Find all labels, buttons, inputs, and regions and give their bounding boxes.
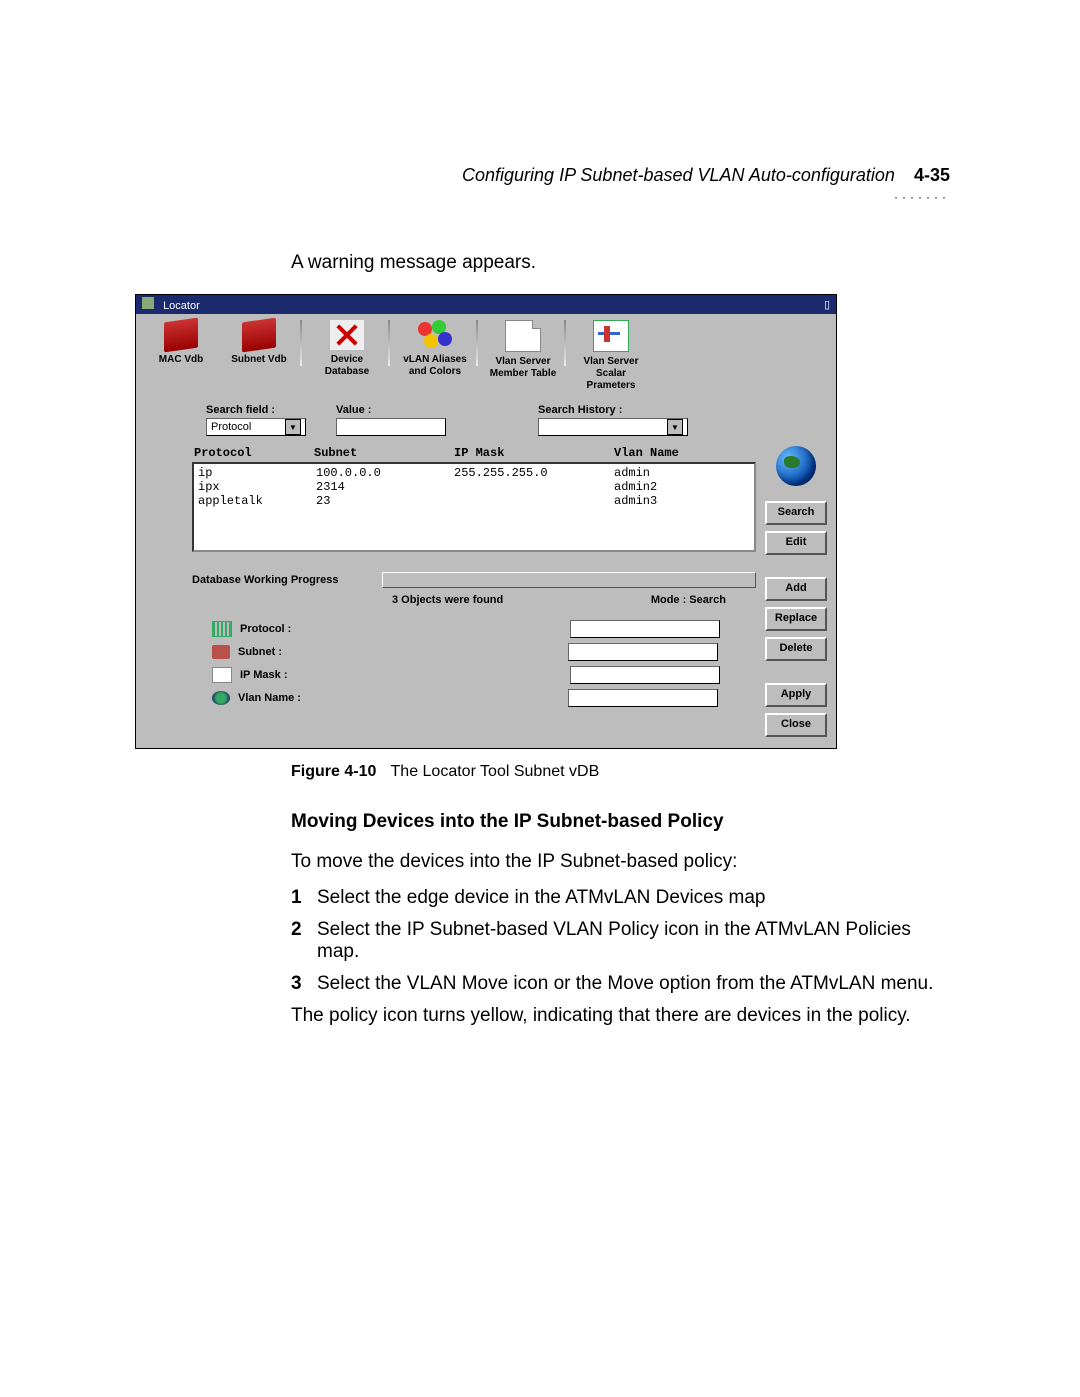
search-field-combo[interactable]: Protocol ▼ <box>206 418 306 436</box>
result-listbox[interactable]: ip 100.0.0.0 255.255.255.0 admin ipx 231… <box>192 462 756 552</box>
titlebar-right-icon: ▯ <box>824 298 830 311</box>
search-history-group: Search History : ▼ <box>538 404 688 436</box>
colors-icon <box>418 320 452 350</box>
detail-vlan-label: Vlan Name : <box>238 692 328 704</box>
progress-label: Database Working Progress <box>192 574 382 586</box>
list-item: 1Select the edge device in the ATMvLAN D… <box>291 887 950 909</box>
toolbar-separator <box>300 320 302 366</box>
detail-vlan-icon <box>212 691 230 705</box>
col-subnet: Subnet <box>314 446 454 460</box>
col-mask: IP Mask <box>454 446 614 460</box>
edit-button[interactable]: Edit <box>765 531 827 555</box>
search-field-label: Search field : <box>206 404 306 416</box>
toolbar-mac-vdb[interactable]: MAC Vdb <box>142 320 220 366</box>
progress-bar <box>382 572 756 588</box>
add-button[interactable]: Add <box>765 577 827 601</box>
drive-icon <box>164 318 198 353</box>
col-vlan: Vlan Name <box>614 446 754 460</box>
steps-list: 1Select the edge device in the ATMvLAN D… <box>291 887 950 995</box>
replace-button[interactable]: Replace <box>765 607 827 631</box>
chevron-down-icon: ▼ <box>285 419 301 435</box>
toolbar: MAC Vdb Subnet Vdb Device Database vLAN … <box>136 314 836 400</box>
col-protocol: Protocol <box>194 446 314 460</box>
detail-protocol-icon <box>212 621 232 637</box>
section-heading: Moving Devices into the IP Subnet-based … <box>291 811 950 833</box>
window-title: Locator <box>163 300 200 312</box>
toolbar-vlan-aliases[interactable]: vLAN Aliases and Colors <box>396 320 474 378</box>
search-value-group: Value : <box>336 404 446 436</box>
main-area: Protocol Subnet IP Mask Vlan Name ip 100… <box>136 444 836 748</box>
detail-mask-icon <box>212 667 232 683</box>
detail-mask-input[interactable] <box>570 666 720 684</box>
search-history-combo[interactable]: ▼ <box>538 418 688 436</box>
window-icon <box>142 297 154 309</box>
toolbar-device-db[interactable]: Device Database <box>308 320 386 378</box>
detail-subnet-icon <box>212 645 230 659</box>
search-history-label: Search History : <box>538 404 688 416</box>
status-row: 3 Objects were found Mode : Search <box>192 594 756 606</box>
mode-text: Mode : Search <box>651 594 726 606</box>
list-item: 3Select the VLAN Move icon or the Move o… <box>291 973 950 995</box>
toolbar-vlan-scalar[interactable]: Vlan Server Scalar Prameters <box>572 320 650 392</box>
found-text: 3 Objects were found <box>392 594 503 606</box>
toolbar-separator <box>476 320 478 366</box>
detail-vlan-input[interactable] <box>568 689 718 707</box>
toolbar-separator <box>388 320 390 366</box>
toolbar-subnet-vdb[interactable]: Subnet Vdb <box>220 320 298 366</box>
header-dots: ······· <box>135 190 950 206</box>
button-column: Search Edit Add Replace Delete Apply Clo… <box>764 446 828 740</box>
drive-icon <box>242 318 276 353</box>
titlebar: Locator ▯ <box>136 295 836 314</box>
detail-subnet-input[interactable] <box>568 643 718 661</box>
search-value-label: Value : <box>336 404 446 416</box>
search-row: Search field : Protocol ▼ Value : Search… <box>136 400 836 444</box>
page-header: Configuring IP Subnet-based VLAN Auto-co… <box>135 165 950 186</box>
list-item: 2Select the IP Subnet-based VLAN Policy … <box>291 919 950 963</box>
table-row[interactable]: ip 100.0.0.0 255.255.255.0 admin <box>198 466 750 480</box>
progress-row: Database Working Progress <box>192 572 756 588</box>
document-icon <box>505 320 541 352</box>
search-field-group: Search field : Protocol ▼ <box>206 404 306 436</box>
figure-number: Figure 4-10 <box>291 763 376 780</box>
search-value-input[interactable] <box>336 418 446 436</box>
toolbar-separator <box>564 320 566 366</box>
table-row[interactable]: appletalk 23 admin3 <box>198 494 750 508</box>
chevron-down-icon: ▼ <box>667 419 683 435</box>
apply-button[interactable]: Apply <box>765 683 827 707</box>
search-field-value: Protocol <box>211 421 251 433</box>
intro-text: A warning message appears. <box>291 252 950 274</box>
detail-protocol-label: Protocol : <box>240 623 330 635</box>
list-columns: Protocol Subnet IP Mask Vlan Name <box>192 446 756 462</box>
table-row[interactable]: ipx 2314 admin2 <box>198 480 750 494</box>
slider-icon <box>593 320 629 352</box>
conclusion-text: The policy icon turns yellow, indicating… <box>291 1005 950 1027</box>
figure-text: The Locator Tool Subnet vDB <box>391 763 600 780</box>
close-button[interactable]: Close <box>765 713 827 737</box>
toolbar-vlan-member[interactable]: Vlan Server Member Table <box>484 320 562 380</box>
x-icon <box>330 320 364 350</box>
figure-caption: Figure 4-10 The Locator Tool Subnet vDB <box>291 763 950 781</box>
delete-button[interactable]: Delete <box>765 637 827 661</box>
detail-panel: Protocol : Subnet : IP Mask : <box>192 620 756 707</box>
detail-protocol-input[interactable] <box>570 620 720 638</box>
search-button[interactable]: Search <box>765 501 827 525</box>
detail-mask-label: IP Mask : <box>240 669 330 681</box>
detail-subnet-label: Subnet : <box>238 646 328 658</box>
locator-window: Locator ▯ MAC Vdb Subnet Vdb Device Data… <box>135 294 837 749</box>
page-number: 4-35 <box>914 165 950 185</box>
section-intro: To move the devices into the IP Subnet-b… <box>291 851 950 873</box>
header-title: Configuring IP Subnet-based VLAN Auto-co… <box>462 165 895 185</box>
globe-icon <box>776 446 816 486</box>
